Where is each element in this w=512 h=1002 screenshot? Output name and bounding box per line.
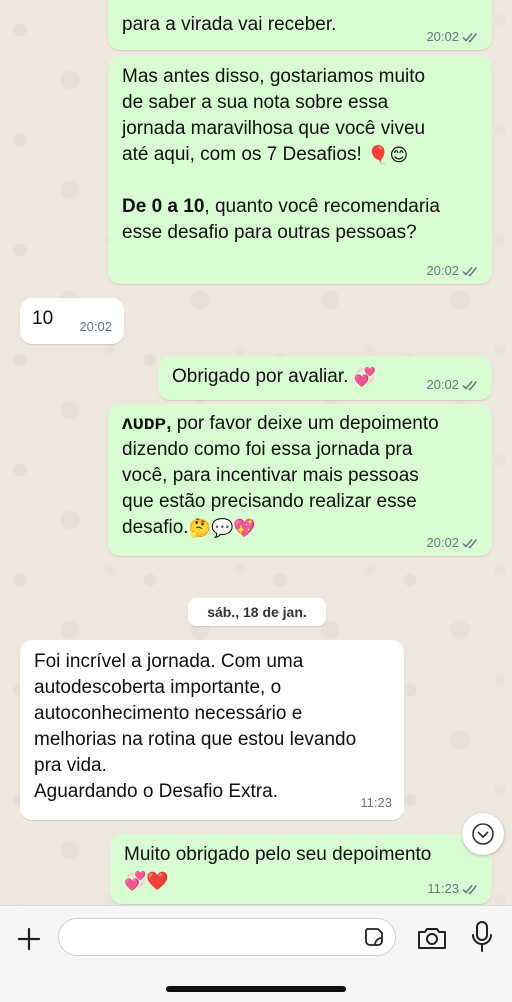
message-line: melhorias na rotina que estou levando — [34, 729, 357, 750]
message-outgoing[interactable]: ᴧᴜᴅᴘ, por favor deixe um depoimento dize… — [108, 404, 492, 556]
message-time: 20:02 — [426, 535, 459, 550]
message-line: Aguardando o Desafio Extra. — [34, 781, 278, 802]
message-line: até aqui, com os 7 Desafios! — [122, 144, 362, 165]
camera-icon[interactable] — [416, 924, 448, 952]
message-line: autoconhecimento necessário e — [34, 703, 303, 724]
message-bold-text: De 0 a 10 — [122, 196, 205, 217]
message-meta: 11:23 — [427, 882, 480, 896]
message-line: jornada maravilhosa que você viveu — [122, 118, 426, 139]
message-text: para a virada vai receber. — [122, 14, 337, 35]
message-input[interactable] — [58, 918, 396, 956]
message-line: Muito obrigado pelo seu depoimento — [124, 844, 432, 865]
home-indicator — [166, 986, 346, 992]
message-line: que estão precisando realizar esse — [122, 491, 417, 512]
message-meta: 20:02 — [79, 320, 112, 334]
double-check-icon — [462, 381, 478, 391]
message-line: esse desafio para outras pessoas? — [122, 222, 417, 243]
message-time: 20:02 — [426, 263, 459, 278]
message-line: , quanto você recomendaria — [204, 196, 440, 217]
double-check-icon — [462, 33, 478, 43]
message-meta: 20:02 — [426, 536, 480, 550]
message-outgoing[interactable]: Obrigado por avaliar. 💞 20:02 — [158, 356, 492, 400]
message-time: 20:02 — [79, 319, 112, 334]
message-incoming[interactable]: 10 20:02 — [20, 298, 124, 344]
balloon-smile-emoji: 🎈😊 — [367, 144, 409, 165]
message-meta: 11:23 — [360, 796, 392, 810]
chat-area[interactable]: para a virada vai receber. 20:02 Mas ant… — [0, 0, 512, 905]
microphone-icon[interactable] — [470, 920, 494, 954]
message-outgoing[interactable]: Mas antes disso, gostariamos muito de sa… — [108, 56, 492, 284]
hearts-emoji: 💞 — [353, 366, 377, 387]
hearts-emoji: 💞❤️ — [124, 870, 169, 891]
message-line: desafio. — [122, 517, 189, 538]
thinking-bubble-heart-emoji: 🤔💬💖 — [188, 517, 256, 538]
message-time: 20:02 — [426, 377, 459, 392]
message-line: autodescoberta importante, o — [34, 677, 282, 698]
message-line: você, para incentivar mais pessoas — [122, 465, 419, 486]
double-check-icon — [462, 267, 478, 277]
chevron-down-icon — [472, 823, 494, 845]
message-time: 11:23 — [360, 795, 392, 810]
message-outgoing[interactable]: para a virada vai receber. 20:02 — [108, 0, 492, 50]
message-line: Mas antes disso, gostariamos muito — [122, 66, 426, 87]
scroll-down-button[interactable] — [462, 813, 504, 855]
message-line: de saber a sua nota sobre essa — [122, 92, 389, 113]
message-line: dizendo como foi essa jornada pra — [122, 439, 413, 460]
message-text: 10 — [32, 308, 54, 329]
message-line: por favor deixe um depoimento — [171, 413, 439, 434]
message-line: Foi incrível a jornada. Com uma — [34, 651, 304, 672]
date-separator: sáb., 18 de jan. — [188, 598, 326, 626]
contact-name: ᴧᴜᴅᴘ, — [122, 413, 172, 434]
message-outgoing[interactable]: Muito obrigado pelo seu depoimento 💞❤️ 1… — [110, 834, 492, 904]
message-meta: 20:02 — [426, 378, 480, 392]
message-time: 20:02 — [426, 29, 459, 44]
double-check-icon — [462, 885, 478, 895]
message-text: Obrigado por avaliar. — [172, 366, 349, 387]
message-time: 11:23 — [427, 881, 459, 896]
message-meta: 20:02 — [426, 30, 480, 44]
plus-icon[interactable] — [16, 926, 42, 952]
double-check-icon — [462, 539, 478, 549]
message-meta: 20:02 — [426, 264, 480, 278]
message-line: pra vida. — [34, 755, 107, 776]
sticker-icon[interactable] — [363, 926, 385, 948]
message-incoming[interactable]: Foi incrível a jornada. Com uma autodesc… — [20, 640, 404, 820]
